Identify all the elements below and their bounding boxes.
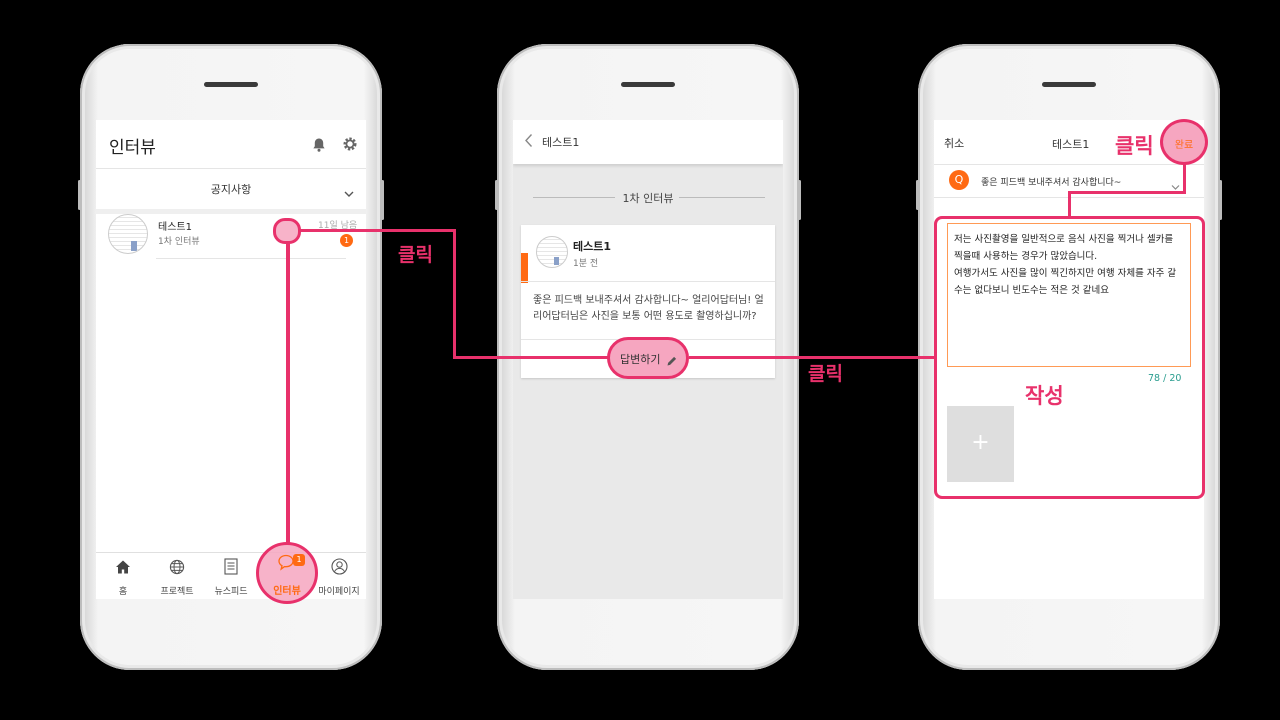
phone-side-button [495, 180, 498, 210]
phone-speaker [204, 82, 258, 87]
gear-icon[interactable] [342, 136, 358, 152]
unread-badge: 1 [340, 234, 353, 247]
card-author: 테스트1 [573, 240, 612, 253]
interview-list-screen: 인터뷰 공지사항 테스트1 1차 인터뷰 11일 남음 1 홈 프로젝트 뉴스피… [96, 120, 366, 599]
list-item-click-marker [273, 218, 301, 244]
write-annotation: 작성 [1025, 384, 1064, 408]
tab-label: 뉴스피드 [214, 587, 248, 597]
cancel-button[interactable]: 취소 [944, 135, 964, 151]
phone-speaker [1042, 82, 1096, 87]
tab-badge-count: 1 [296, 555, 302, 564]
chevron-down-icon [344, 183, 354, 202]
pencil-icon [666, 352, 678, 371]
list-item[interactable]: 테스트1 1차 인터뷰 11일 남음 1 [96, 214, 366, 258]
page-title: 테스트1 [542, 136, 580, 149]
tab-mypage[interactable]: 마이페이지 [312, 553, 366, 599]
phone-side-button [78, 180, 81, 210]
phone-frame-1: 인터뷰 공지사항 테스트1 1차 인터뷰 11일 남음 1 홈 프로젝트 뉴스피… [78, 44, 384, 670]
notice-dropdown[interactable]: 공지사항 [96, 169, 366, 209]
done-button[interactable]: 완료 [1160, 119, 1208, 165]
card-accent [521, 253, 528, 283]
question-text: 좋은 피드백 보내주셔서 감사합니다~ [981, 178, 1122, 188]
back-chevron-icon[interactable] [524, 133, 533, 152]
annotation-line [286, 243, 290, 543]
item-name: 테스트1 [158, 222, 192, 233]
phone-side-button [381, 180, 384, 220]
avatar [536, 236, 568, 268]
click-annotation-2: 클릭 [808, 363, 843, 385]
phone-speaker [621, 82, 675, 87]
tab-interview[interactable]: 1 인터뷰 [258, 548, 316, 600]
card-time: 1분 전 [573, 259, 599, 269]
tab-label: 홈 [118, 587, 128, 597]
unread-count: 1 [343, 236, 350, 245]
section-line [679, 197, 765, 198]
question-badge-label: Q [954, 173, 964, 186]
divider [521, 281, 775, 282]
top-bar: 테스트1 [513, 120, 783, 164]
annotation-line [1068, 191, 1186, 194]
question-badge: Q [949, 170, 969, 190]
phone-side-button [798, 180, 801, 220]
tab-label: 프로젝트 [160, 587, 194, 597]
item-subtitle: 1차 인터뷰 [158, 237, 200, 247]
bottom-tab-bar: 홈 프로젝트 뉴스피드 마이페이지 [96, 552, 366, 599]
done-label: 완료 [1174, 140, 1194, 151]
avatar [108, 214, 148, 254]
annotation-line [453, 356, 609, 359]
section-label: 1차 인터뷰 [622, 192, 674, 205]
annotation-line [1068, 191, 1071, 217]
notice-label: 공지사항 [210, 183, 252, 196]
divider [156, 258, 346, 259]
phone-side-button [1219, 180, 1222, 220]
tab-label: 마이페이지 [318, 587, 360, 597]
annotation-line [453, 229, 456, 359]
click-annotation-1: 클릭 [398, 244, 433, 266]
click-annotation-3: 클릭 [1115, 134, 1154, 158]
home-icon [115, 559, 131, 579]
reply-label: 답변하기 [620, 353, 661, 366]
card-body: 좋은 피드백 보내주셔서 감사합니다~ 얼리어답터님! 얼리어답터님은 사진을 … [533, 295, 764, 322]
page-title: 인터뷰 [109, 138, 156, 158]
tab-home[interactable]: 홈 [96, 553, 150, 599]
reply-button[interactable]: 답변하기 [607, 337, 689, 379]
globe-icon [169, 559, 185, 579]
annotation-line [1183, 164, 1186, 193]
compose-highlight-box [934, 216, 1205, 499]
tab-badge: 1 [293, 554, 305, 566]
phone-side-button [916, 180, 919, 210]
user-icon [331, 558, 348, 579]
tab-project[interactable]: 프로젝트 [150, 553, 204, 599]
document-icon [224, 558, 238, 579]
bell-icon[interactable] [311, 137, 327, 153]
annotation-line [300, 229, 455, 232]
tab-label: 인터뷰 [273, 586, 301, 597]
tab-newsfeed[interactable]: 뉴스피드 [204, 553, 258, 599]
page-title: 테스트1 [1052, 138, 1090, 151]
